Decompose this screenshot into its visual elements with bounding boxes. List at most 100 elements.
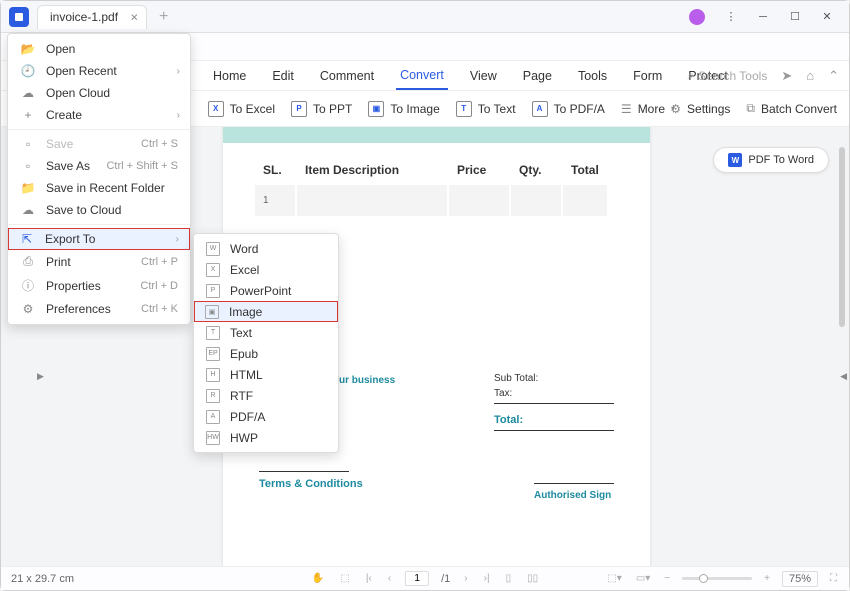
kebab-menu-icon[interactable]: ⋮ bbox=[717, 5, 745, 29]
new-tab-button[interactable]: + bbox=[159, 8, 168, 26]
html-doc-icon: H bbox=[206, 368, 220, 382]
col-price: Price bbox=[449, 157, 509, 183]
to-excel-button[interactable]: XTo Excel bbox=[208, 101, 275, 117]
first-page-icon[interactable]: |‹ bbox=[364, 573, 374, 584]
app-window: invoice-1.pdf × + ⋮ ─ ☐ ✕ File ▫ ↶ ↷ ⎙ ▾… bbox=[0, 0, 850, 591]
file-open[interactable]: 📂Open bbox=[8, 38, 190, 60]
close-tab-icon[interactable]: × bbox=[130, 10, 138, 25]
left-panel-handle[interactable]: ▶ bbox=[37, 371, 44, 382]
file-properties[interactable]: ⓘPropertiesCtrl + D bbox=[8, 273, 190, 298]
col-qty: Qty. bbox=[511, 157, 561, 183]
next-page-icon[interactable]: › bbox=[462, 573, 469, 584]
page-total: /1 bbox=[441, 573, 450, 585]
invoice-table: SL. Item Description Price Qty. Total 1 bbox=[253, 155, 609, 218]
file-save-as[interactable]: ▫Save AsCtrl + Shift + S bbox=[8, 155, 190, 177]
single-page-icon[interactable]: ▯ bbox=[504, 573, 514, 584]
plus-icon: + bbox=[20, 108, 36, 122]
zoom-percent: 75% bbox=[782, 571, 818, 587]
to-image-button[interactable]: ▣To Image bbox=[368, 101, 439, 117]
zoom-in-icon[interactable]: + bbox=[762, 573, 772, 584]
business-link: ur business bbox=[339, 375, 395, 386]
to-ppt-button[interactable]: PTo PPT bbox=[291, 101, 352, 117]
image-doc-icon: ▣ bbox=[205, 305, 219, 319]
expand-icon[interactable]: ⌃ bbox=[828, 68, 839, 84]
export-excel[interactable]: XExcel bbox=[194, 259, 338, 280]
col-sl: SL. bbox=[255, 157, 295, 183]
tax-label: Tax: bbox=[494, 388, 614, 399]
info-icon: ⓘ bbox=[20, 277, 36, 294]
zoom-slider[interactable] bbox=[682, 577, 752, 580]
export-hwp[interactable]: HWHWP bbox=[194, 427, 338, 448]
export-word[interactable]: WWord bbox=[194, 238, 338, 259]
batch-icon: ⧉ bbox=[746, 101, 755, 116]
folder-icon: 📁 bbox=[20, 181, 36, 195]
gear-icon: ⚙ bbox=[20, 302, 36, 316]
view-mode-icon[interactable]: ▭▾ bbox=[634, 573, 652, 584]
col-desc: Item Description bbox=[297, 157, 447, 183]
menu-form[interactable]: Form bbox=[629, 63, 666, 89]
home-icon[interactable]: ⌂ bbox=[806, 68, 814, 83]
excel-doc-icon: X bbox=[206, 263, 220, 277]
menu-convert[interactable]: Convert bbox=[396, 62, 448, 90]
batch-convert-button[interactable]: ⧉Batch Convert bbox=[746, 101, 837, 116]
folder-open-icon: 📂 bbox=[20, 42, 36, 56]
to-pdfa-button[interactable]: ATo PDF/A bbox=[532, 101, 605, 117]
menu-view[interactable]: View bbox=[466, 63, 501, 89]
gear-icon: ⚙ bbox=[670, 102, 681, 116]
pdf-to-word-float-button[interactable]: W PDF To Word bbox=[713, 147, 829, 173]
send-icon[interactable]: ➤ bbox=[781, 68, 792, 84]
file-save-recent[interactable]: 📁Save in Recent Folder bbox=[8, 177, 190, 199]
settings-button[interactable]: ⚙Settings bbox=[670, 102, 730, 116]
document-tab[interactable]: invoice-1.pdf × bbox=[37, 5, 147, 29]
file-open-recent[interactable]: 🕘Open Recent› bbox=[8, 60, 190, 82]
fullscreen-icon[interactable]: ⛶ bbox=[828, 573, 839, 584]
signature-section: Authorised Sign bbox=[534, 483, 614, 501]
select-tool-icon[interactable]: ⬚ bbox=[338, 573, 351, 584]
ppt-doc-icon: P bbox=[206, 284, 220, 298]
hand-tool-icon[interactable]: ✋ bbox=[310, 573, 326, 584]
export-epub[interactable]: EPEpub bbox=[194, 343, 338, 364]
export-image[interactable]: ▣Image bbox=[194, 301, 338, 322]
zoom-thumb[interactable] bbox=[699, 574, 708, 583]
file-print[interactable]: ⎙PrintCtrl + P bbox=[8, 250, 190, 273]
menu-edit[interactable]: Edit bbox=[268, 63, 298, 89]
more-button[interactable]: ☰More▾ bbox=[621, 102, 675, 116]
zoom-out-icon[interactable]: − bbox=[662, 573, 672, 584]
prev-page-icon[interactable]: ‹ bbox=[386, 573, 393, 584]
menu-tools[interactable]: Tools bbox=[574, 63, 611, 89]
file-save-cloud[interactable]: ☁Save to Cloud bbox=[8, 199, 190, 221]
file-open-cloud[interactable]: ☁Open Cloud bbox=[8, 82, 190, 104]
export-pdfa[interactable]: APDF/A bbox=[194, 406, 338, 427]
tab-title: invoice-1.pdf bbox=[50, 10, 118, 24]
user-avatar-icon[interactable] bbox=[689, 9, 705, 25]
file-create[interactable]: +Create› bbox=[8, 104, 190, 126]
search-tools-input[interactable]: ⌕ Search Tools bbox=[687, 68, 767, 83]
menu-page[interactable]: Page bbox=[519, 63, 556, 89]
export-text[interactable]: TText bbox=[194, 322, 338, 343]
chevron-right-icon: › bbox=[176, 234, 179, 245]
page-number-input[interactable] bbox=[405, 571, 429, 586]
export-html[interactable]: HHTML bbox=[194, 364, 338, 385]
export-submenu: WWord XExcel PPowerPoint ▣Image TText EP… bbox=[193, 233, 339, 453]
maximize-button[interactable]: ☐ bbox=[781, 5, 809, 29]
vertical-scrollbar[interactable] bbox=[839, 147, 845, 327]
menu-home[interactable]: Home bbox=[209, 63, 250, 89]
export-icon: ⇱ bbox=[19, 232, 35, 246]
right-panel-handle[interactable]: ◀ bbox=[840, 371, 847, 382]
export-powerpoint[interactable]: PPowerPoint bbox=[194, 280, 338, 301]
epub-doc-icon: EP bbox=[206, 347, 220, 361]
minimize-button[interactable]: ─ bbox=[749, 5, 777, 29]
to-text-button[interactable]: TTo Text bbox=[456, 101, 516, 117]
last-page-icon[interactable]: ›| bbox=[482, 573, 492, 584]
save-icon: ▫ bbox=[20, 137, 36, 151]
total-label: Total: bbox=[494, 414, 614, 426]
export-rtf[interactable]: RRTF bbox=[194, 385, 338, 406]
fit-width-icon[interactable]: ⬚▾ bbox=[605, 573, 623, 584]
file-export-to[interactable]: ⇱Export To› bbox=[8, 228, 190, 250]
menu-comment[interactable]: Comment bbox=[316, 63, 378, 89]
col-total: Total bbox=[563, 157, 607, 183]
file-preferences[interactable]: ⚙PreferencesCtrl + K bbox=[8, 298, 190, 320]
two-page-icon[interactable]: ▯▯ bbox=[525, 573, 540, 584]
chevron-right-icon: › bbox=[177, 66, 180, 77]
close-window-button[interactable]: ✕ bbox=[813, 5, 841, 29]
